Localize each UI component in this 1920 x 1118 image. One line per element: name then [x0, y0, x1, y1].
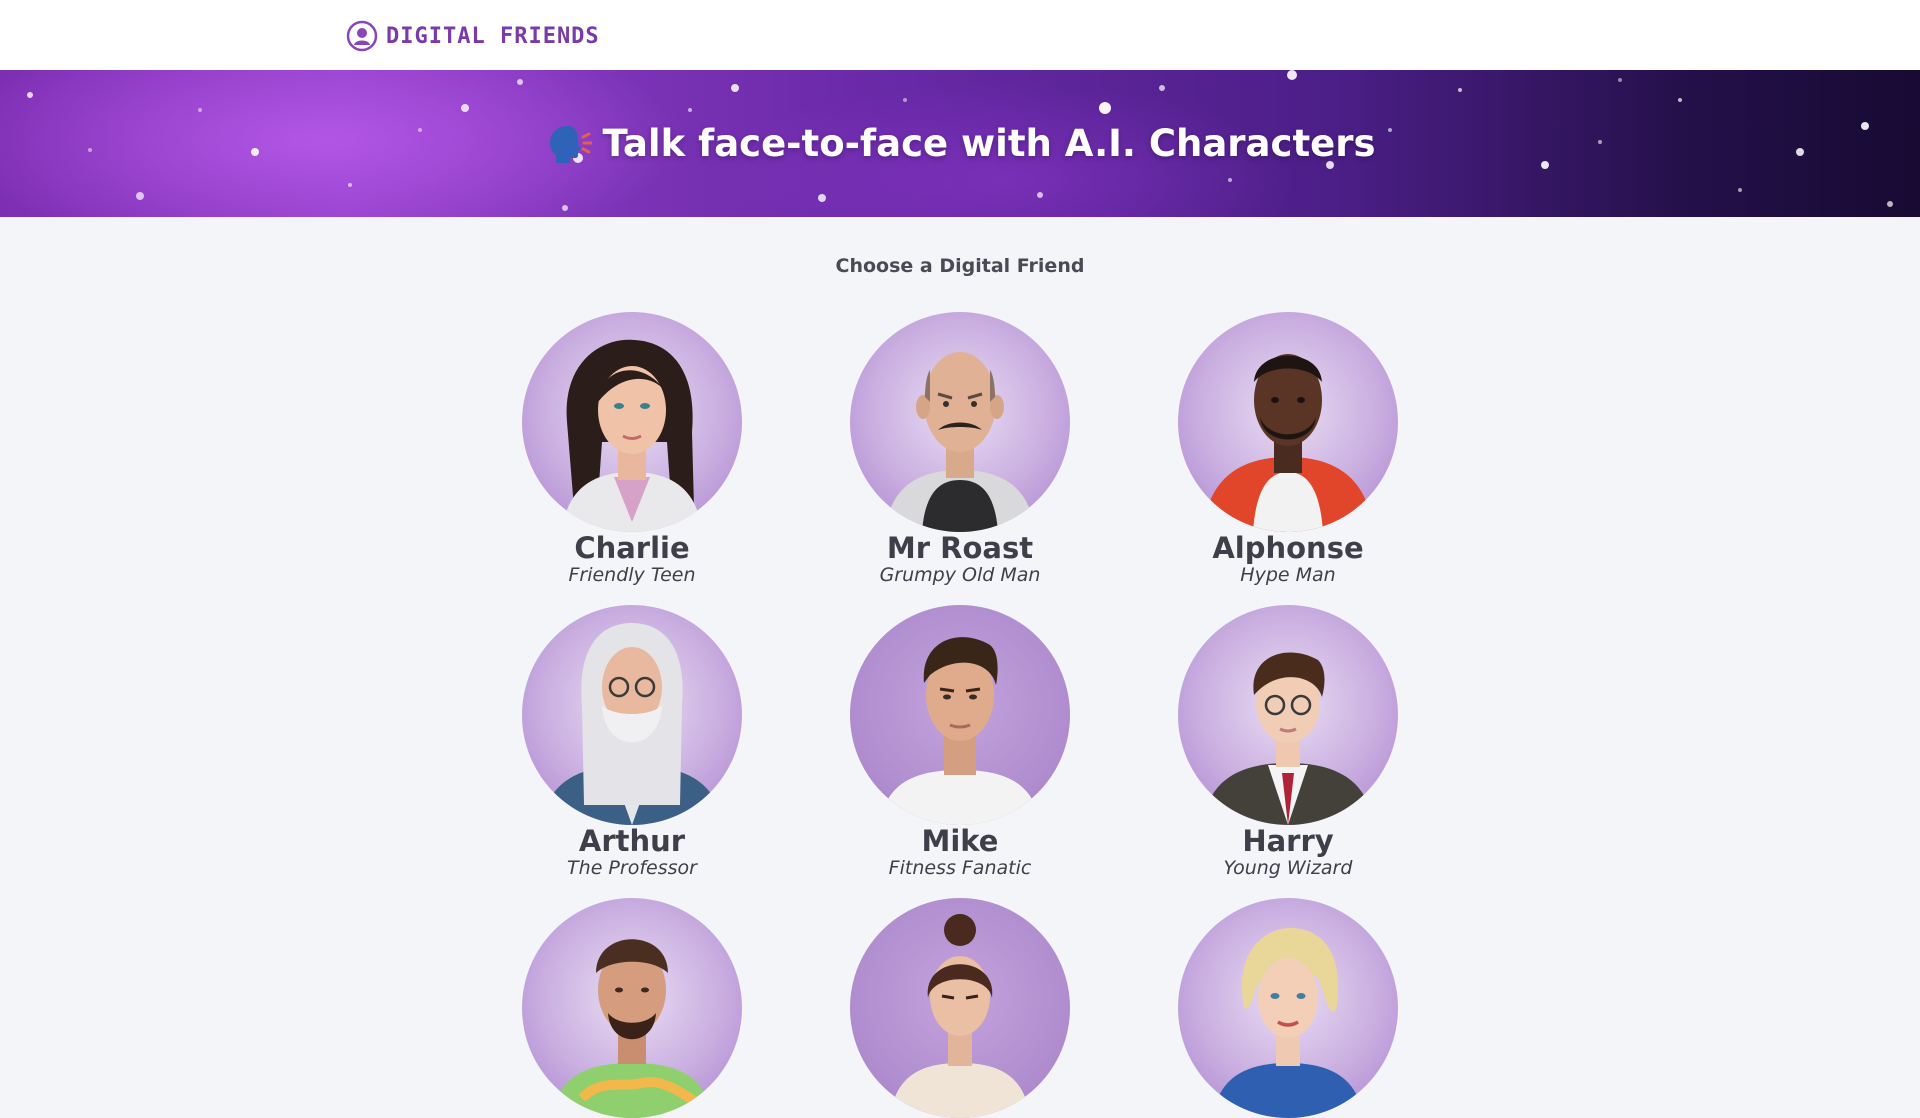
character-card[interactable]: [502, 898, 762, 1118]
character-name: Alphonse: [1212, 531, 1364, 565]
section-heading: Choose a Digital Friend: [835, 255, 1085, 277]
avatar: [1178, 312, 1398, 532]
banner-title: Talk face-to-face with A.I. Characters: [602, 122, 1376, 165]
avatar: [850, 312, 1070, 532]
avatar: [522, 898, 742, 1118]
character-grid: Charlie Friendly Teen Mr Roast Grumpy Ol…: [0, 312, 1920, 1118]
character-name: Mr Roast: [886, 531, 1034, 565]
friend-logo-icon: [346, 20, 378, 52]
character-name: Charlie: [574, 531, 690, 565]
character-role: Hype Man: [1240, 564, 1336, 586]
top-bar: DIGITAL FRIENDS: [0, 0, 1920, 70]
character-card[interactable]: [830, 898, 1090, 1118]
character-card-charlie[interactable]: Charlie Friendly Teen: [502, 312, 762, 586]
avatar: [850, 898, 1070, 1118]
character-role: Grumpy Old Man: [879, 564, 1041, 586]
character-role: Fitness Fanatic: [888, 857, 1032, 879]
banner-title-row: Talk face-to-face with A.I. Characters: [0, 70, 1920, 217]
character-card[interactable]: [1158, 898, 1418, 1118]
avatar: [850, 605, 1070, 825]
avatar: [1178, 898, 1398, 1118]
avatar: [522, 605, 742, 825]
character-card-harry[interactable]: Harry Young Wizard: [1158, 605, 1418, 879]
character-card-mr-roast[interactable]: Mr Roast Grumpy Old Man: [830, 312, 1090, 586]
brand-logo[interactable]: DIGITAL FRIENDS: [346, 19, 600, 53]
character-role: The Professor: [567, 857, 697, 879]
character-card-arthur[interactable]: Arthur The Professor: [502, 605, 762, 879]
character-name: Harry: [1242, 824, 1334, 858]
avatar: [1178, 605, 1398, 825]
brand-name: DIGITAL FRIENDS: [386, 23, 600, 49]
character-role: Young Wizard: [1223, 857, 1353, 879]
character-name: Arthur: [578, 824, 686, 858]
character-role: Friendly Teen: [568, 564, 696, 586]
avatar: [522, 312, 742, 532]
character-card-mike[interactable]: Mike Fitness Fanatic: [830, 605, 1090, 879]
speaking-head-icon: [550, 125, 593, 163]
character-name: Mike: [921, 824, 999, 858]
hero-banner: Talk face-to-face with A.I. Characters: [0, 70, 1920, 217]
character-card-alphonse[interactable]: Alphonse Hype Man: [1158, 312, 1418, 586]
